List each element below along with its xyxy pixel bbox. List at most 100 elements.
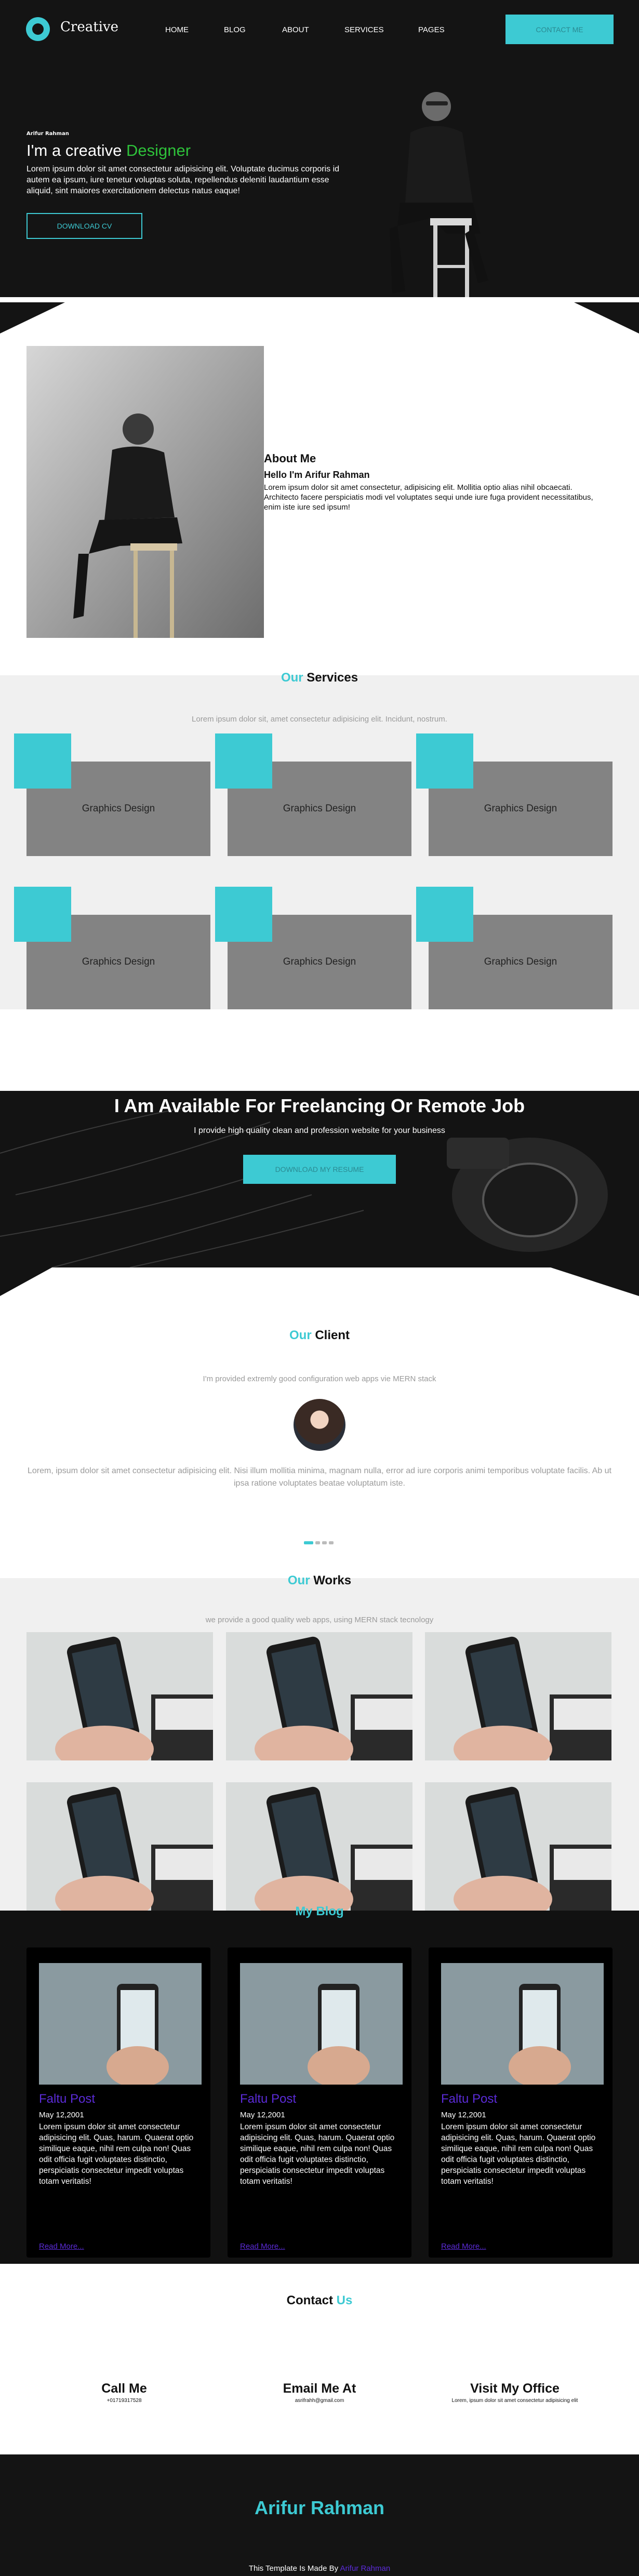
service-card-label: Graphics Design: [82, 956, 155, 967]
footer-author-link[interactable]: Arifur Rahman: [340, 2564, 390, 2573]
work-item-image[interactable]: [425, 1782, 611, 1911]
service-card[interactable]: Graphics Design: [215, 887, 411, 1009]
service-card-label: Graphics Design: [283, 803, 356, 814]
nav-blog[interactable]: BLOG: [224, 25, 246, 34]
about-portrait-image: [26, 346, 264, 638]
service-accent-square: [416, 733, 473, 789]
service-accent-square: [14, 733, 71, 789]
service-accent-square: [416, 887, 473, 942]
hero-headline-prefix: I'm a creative: [26, 141, 122, 159]
hero-headline-highlight: Designer: [126, 141, 191, 159]
blog-post-image: [240, 1963, 403, 2085]
works-title-text: Works: [313, 1573, 352, 1587]
service-card[interactable]: Graphics Design: [416, 887, 613, 1009]
work-item-image[interactable]: [26, 1632, 213, 1760]
blog-post-date: May 12,2001: [39, 2111, 84, 2119]
read-more-link[interactable]: Read More...: [240, 2242, 285, 2251]
blog-post-date: May 12,2001: [441, 2111, 486, 2119]
service-accent-square: [14, 887, 71, 942]
work-phone-image: [425, 1632, 611, 1760]
service-card-label: Graphics Design: [82, 803, 155, 814]
pagination-dot-active[interactable]: [304, 1541, 313, 1544]
contact-section: Contact Us Call Me +01719317528 Email Me…: [0, 2264, 639, 2454]
client-title-text: Client: [315, 1328, 350, 1342]
about-greeting: Hello I'm Arifur Rahman: [264, 470, 370, 480]
hero-headline: I'm a creative Designer: [26, 141, 191, 160]
hero-name: Arifur Rahman: [26, 131, 69, 137]
about-section: About Me Hello I'm Arifur Rahman Lorem i…: [0, 302, 639, 675]
nav-about[interactable]: ABOUT: [282, 25, 309, 34]
service-card-label: Graphics Design: [484, 803, 557, 814]
blog-post-image: [39, 1963, 202, 2085]
contact-office-address: Lorem, ipsum dolor sit amet consectetur …: [451, 2398, 578, 2404]
blog-post-title[interactable]: Faltu Post: [39, 2092, 95, 2106]
works-subtitle: we provide a good quality web apps, usin…: [205, 1616, 434, 1624]
contact-me-button[interactable]: CONTACT ME: [505, 15, 614, 44]
work-item-image[interactable]: [226, 1632, 412, 1760]
freelance-title: I Am Available For Freelancing Or Remote…: [114, 1095, 525, 1116]
client-top-shape: [0, 1267, 639, 1296]
contact-office-heading: Visit My Office: [470, 2381, 560, 2396]
pagination-dot[interactable]: [329, 1541, 334, 1544]
contact-call-heading: Call Me: [101, 2381, 147, 2396]
nav-services[interactable]: SERVICES: [344, 25, 384, 34]
work-phone-image: [425, 1782, 611, 1911]
pagination-dot[interactable]: [315, 1541, 320, 1544]
contact-phone[interactable]: +01719317528: [31, 2398, 218, 2404]
pagination-dot[interactable]: [322, 1541, 327, 1544]
logo-icon[interactable]: [26, 17, 50, 41]
client-title-accent: Our: [289, 1328, 312, 1342]
hero-text: Lorem ipsum dolor sit amet consectetur a…: [26, 165, 340, 195]
works-section: Our Works we provide a good quality web …: [0, 1573, 639, 1911]
service-card[interactable]: Graphics Design: [215, 733, 411, 856]
freelance-subtitle: I provide high quality clean and profess…: [194, 1126, 445, 1135]
client-section: Our Client I'm provided extremly good co…: [0, 1267, 639, 1578]
testimonial-pagination: [304, 1537, 336, 1546]
service-card-label: Graphics Design: [283, 956, 356, 967]
service-card[interactable]: Graphics Design: [416, 733, 613, 856]
blog-phone-image: [39, 1963, 202, 2085]
hero-portrait-image: [390, 92, 488, 301]
blog-card[interactable]: Faltu Post May 12,2001 Lorem ipsum dolor…: [429, 1947, 613, 2258]
logo-text[interactable]: Creative: [60, 19, 118, 35]
work-phone-image: [226, 1782, 412, 1911]
service-accent-square: [215, 887, 272, 942]
freelance-section: I Am Available For Freelancing Or Remote…: [0, 1091, 639, 1267]
service-card-label: Graphics Design: [484, 956, 557, 967]
footer: Arifur Rahman This Template Is Made By A…: [0, 2454, 639, 2576]
services-title-text: Services: [307, 671, 358, 685]
download-resume-button[interactable]: DOWNLOAD MY RESUME: [243, 1155, 396, 1184]
about-top-shape: [0, 302, 639, 346]
footer-credit-prefix: This Template Is Made By: [248, 2564, 339, 2573]
download-cv-button[interactable]: DOWNLOAD CV: [26, 213, 142, 239]
blog-post-date: May 12,2001: [240, 2111, 285, 2119]
nav-home[interactable]: HOME: [165, 25, 189, 34]
blog-post-image: [441, 1963, 604, 2085]
client-testimonial: Lorem, ipsum dolor sit amet consectetur …: [27, 1466, 611, 1488]
services-section: Our Services Lorem ipsum dolor sit, amet…: [0, 671, 639, 1009]
blog-card[interactable]: Faltu Post May 12,2001 Lorem ipsum dolor…: [228, 1947, 411, 2258]
blog-post-title[interactable]: Faltu Post: [441, 2092, 497, 2106]
contact-title-text: Contact: [286, 2293, 333, 2307]
client-subtitle: I'm provided extremly good configuration…: [203, 1374, 436, 1383]
service-card[interactable]: Graphics Design: [14, 887, 210, 1009]
contact-email-heading: Email Me At: [283, 2381, 356, 2396]
read-more-link[interactable]: Read More...: [39, 2242, 84, 2251]
blog-post-excerpt: Lorem ipsum dolor sit amet consectetur a…: [39, 2123, 194, 2186]
contact-email[interactable]: asrifrahh@gmail.com: [226, 2398, 413, 2404]
works-title: Our Works: [0, 1573, 639, 1588]
service-card[interactable]: Graphics Design: [14, 733, 210, 856]
services-subtitle: Lorem ipsum dolor sit, amet consectetur …: [192, 715, 447, 724]
work-item-image[interactable]: [226, 1782, 412, 1911]
blog-card[interactable]: Faltu Post May 12,2001 Lorem ipsum dolor…: [26, 1947, 210, 2258]
work-item-image[interactable]: [425, 1632, 611, 1760]
read-more-link[interactable]: Read More...: [441, 2242, 486, 2251]
blog-title: My Blog: [295, 1904, 344, 1918]
work-item-image[interactable]: [26, 1782, 213, 1911]
client-avatar: [294, 1399, 345, 1451]
nav-pages[interactable]: PAGES: [418, 25, 445, 34]
work-phone-image: [226, 1632, 412, 1760]
contact-title: Contact Us: [0, 2293, 639, 2308]
blog-post-excerpt: Lorem ipsum dolor sit amet consectetur a…: [441, 2123, 596, 2186]
blog-post-title[interactable]: Faltu Post: [240, 2092, 296, 2106]
